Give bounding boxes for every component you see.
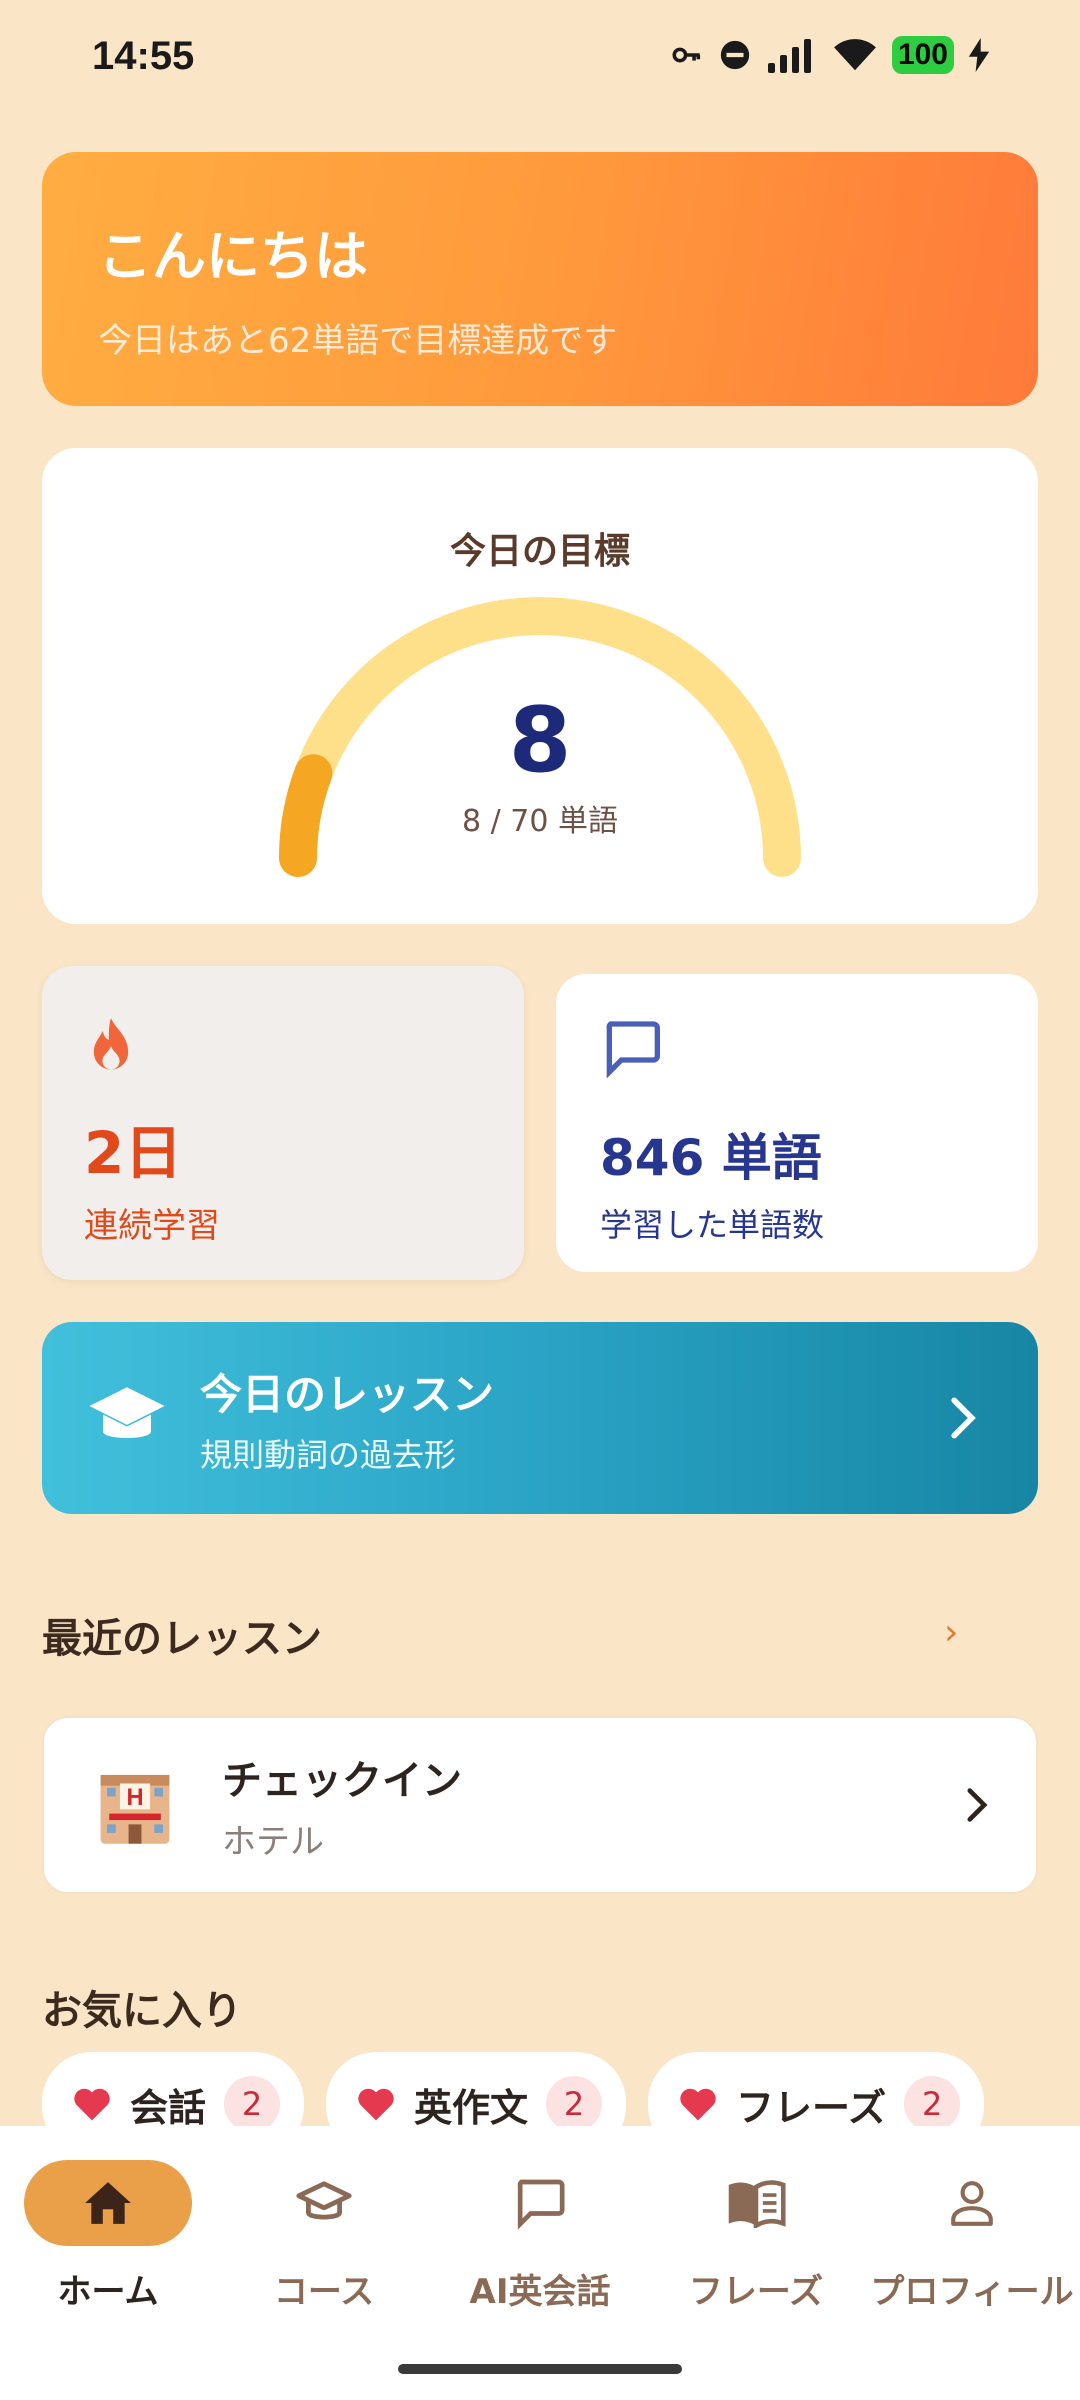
daily-goal-card[interactable]: 今日の目標 8 8 / 70 単語 <box>42 448 1038 924</box>
greeting-subtitle: 今日はあと62単語で目標達成です <box>98 321 618 361</box>
words-label: 学習した単語数 <box>600 1206 825 1244</box>
home-icon <box>85 2182 131 2224</box>
nav-label: コース <box>273 2272 375 2312</box>
status-time: 14:55 <box>92 34 195 78</box>
nav-item-home[interactable]: ホーム <box>8 2160 208 2313</box>
chip-label: 英作文 <box>414 2085 529 2130</box>
person-icon <box>951 2181 993 2226</box>
heart-icon <box>358 2088 394 2121</box>
chip-label: 会話 <box>130 2085 207 2130</box>
nav-label: プロフィール <box>870 2272 1074 2312</box>
graduation-cap-icon <box>296 2181 352 2220</box>
goal-gauge <box>279 597 801 877</box>
recent-lessons-title: 最近のレッスン <box>42 1616 322 1662</box>
recent-lessons-more-link[interactable]: › <box>944 1612 958 1653</box>
streak-value: 2日 <box>84 1119 183 1187</box>
words-card[interactable]: 846 単語 学習した単語数 <box>556 974 1038 1272</box>
words-value: 846 単語 <box>600 1129 822 1187</box>
wifi-icon <box>834 39 876 71</box>
chat-bubble-icon <box>517 2179 565 2230</box>
goal-value: 8 <box>508 688 572 793</box>
streak-card[interactable]: 2日 連続学習 <box>42 966 524 1280</box>
nav-pill <box>456 2160 624 2246</box>
recent-lesson-item[interactable]: H チェックイン ホテル <box>42 1716 1038 1894</box>
nav-pill <box>24 2160 192 2246</box>
battery-level: 100 <box>897 38 948 71</box>
greeting-title: こんにちは <box>98 225 368 288</box>
nav-item-ai-conversation[interactable]: AI英会話 <box>440 2160 640 2313</box>
charging-icon <box>968 38 990 72</box>
heart-icon <box>74 2088 110 2121</box>
chip-count: 2 <box>224 2076 281 2132</box>
nav-item-profile[interactable]: プロフィール <box>870 2160 1074 2313</box>
favorites-title: お気に入り <box>42 1988 242 2034</box>
chip-label: フレーズ <box>736 2085 887 2130</box>
nav-pill <box>672 2160 840 2246</box>
key-icon <box>672 47 701 63</box>
streak-label: 連続学習 <box>84 1206 220 1246</box>
nav-pill <box>888 2160 1056 2246</box>
do-not-disturb-icon <box>720 40 750 70</box>
chat-bubble-icon <box>606 1021 660 1079</box>
heart-icon <box>680 2088 716 2121</box>
goal-progress-text: 8 / 70 単語 <box>462 804 618 839</box>
nav-label: ホーム <box>57 2272 159 2312</box>
nav-label: フレーズ <box>688 2272 824 2312</box>
svg-text:H: H <box>126 1785 143 1811</box>
nav-pill <box>240 2160 408 2246</box>
recent-lesson-title: チェックイン <box>222 1757 462 1804</box>
chevron-right-icon <box>951 1397 976 1439</box>
chevron-right-icon <box>967 1788 988 1822</box>
signal-icon <box>767 39 811 73</box>
chip-count: 2 <box>904 2076 961 2132</box>
graduation-cap-icon <box>82 1373 172 1463</box>
chip-count: 2 <box>546 2076 603 2132</box>
nav-item-phrases[interactable]: フレーズ <box>656 2160 856 2313</box>
today-lesson-title: 今日のレッスン <box>200 1369 495 1419</box>
greeting-card: こんにちは 今日はあと62単語で目標達成です <box>42 152 1038 406</box>
fire-icon <box>93 1018 129 1070</box>
battery-icon: 100 <box>891 36 954 74</box>
hotel-icon: H <box>100 1774 170 1844</box>
today-lesson-subtitle: 規則動詞の過去形 <box>200 1435 457 1474</box>
home-indicator <box>398 2364 682 2374</box>
nav-label: AI英会話 <box>469 2272 611 2312</box>
book-icon <box>728 2180 786 2228</box>
status-icons: 100 <box>670 36 990 74</box>
nav-item-course[interactable]: コース <box>224 2160 424 2313</box>
bottom-nav: ホーム コース AI英会話 フレーズ プロフィール <box>0 2126 1080 2400</box>
recent-lesson-subtitle: ホテル <box>222 1821 324 1862</box>
today-lesson-button[interactable]: 今日のレッスン 規則動詞の過去形 <box>42 1322 1038 1514</box>
